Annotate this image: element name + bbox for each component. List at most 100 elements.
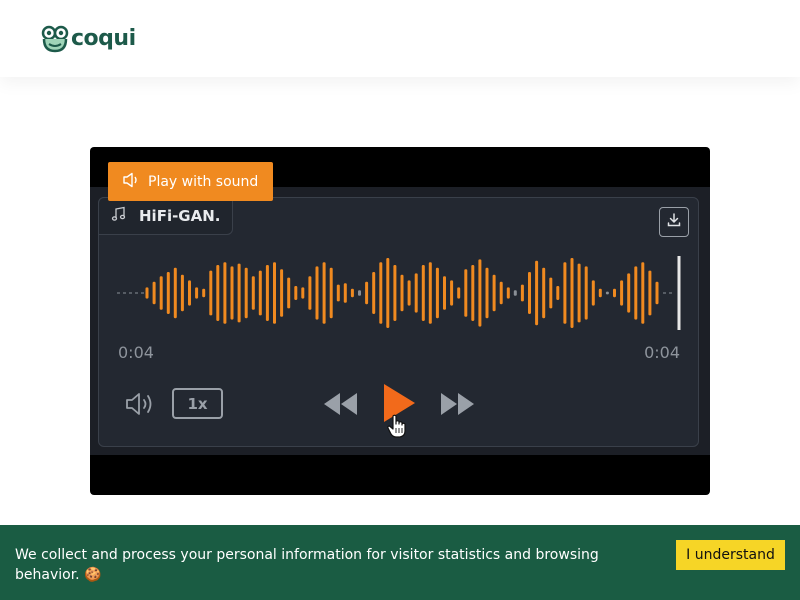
fast-forward-icon xyxy=(439,393,475,420)
play-with-sound-button[interactable]: Play with sound xyxy=(108,162,273,201)
waveform-bar xyxy=(216,265,220,321)
duration: 0:04 xyxy=(644,343,680,362)
waveform-bar xyxy=(450,280,454,306)
waveform-bar xyxy=(152,281,156,305)
waveform-bar xyxy=(435,267,439,319)
waveform-bar xyxy=(627,273,631,313)
waveform[interactable] xyxy=(117,253,683,333)
waveform-bar xyxy=(280,269,284,317)
waveform-bar xyxy=(407,280,411,306)
waveform-bar xyxy=(329,267,333,319)
waveform-bar xyxy=(577,263,581,323)
waveform-bar xyxy=(535,260,539,326)
waveform-bar xyxy=(492,274,496,312)
waveform-bar xyxy=(159,276,163,310)
waveform-bar xyxy=(322,262,326,324)
waveform-bar xyxy=(584,266,588,320)
waveform-bar xyxy=(570,258,574,328)
waveform-bar xyxy=(195,287,199,299)
download-button[interactable] xyxy=(659,207,689,237)
waveform-bar xyxy=(598,288,602,298)
cookie-banner: We collect and process your personal inf… xyxy=(0,525,800,600)
waveform-bar xyxy=(294,286,298,300)
waveform-bar xyxy=(605,291,609,295)
waveform-bar xyxy=(414,273,418,313)
waveform-bar xyxy=(655,281,659,305)
logo[interactable]: coqui xyxy=(41,24,136,54)
waveform-bar xyxy=(549,277,553,309)
waveform-bar xyxy=(379,262,383,324)
waveform-bar xyxy=(485,267,489,319)
fast-forward-button[interactable] xyxy=(439,392,475,420)
waveform-bar xyxy=(528,272,531,314)
model-label-text: HiFi-GAN. xyxy=(139,207,221,225)
waveform-bar xyxy=(365,281,369,305)
waveform-bar xyxy=(464,269,468,317)
waveform-bar xyxy=(641,262,645,324)
waveform-bar xyxy=(393,265,397,321)
music-note-icon xyxy=(111,206,139,226)
volume-button[interactable] xyxy=(125,391,157,421)
waveform-bar xyxy=(180,274,184,312)
waveform-bar xyxy=(202,288,206,298)
play-with-sound-label: Play with sound xyxy=(148,173,259,190)
waveform-bar xyxy=(223,262,227,324)
waveform-bar xyxy=(173,267,177,319)
playback-rate-button[interactable]: 1x xyxy=(172,388,223,419)
model-label: HiFi-GAN. xyxy=(98,197,234,235)
waveform-bar xyxy=(372,272,376,314)
waveform-bar xyxy=(513,290,517,296)
waveform-bar xyxy=(542,267,546,319)
waveform-bar xyxy=(237,263,241,323)
video-content: HiFi-GAN. 0:04 0:04 1x xyxy=(90,187,710,455)
audio-player-card: HiFi-GAN. 0:04 0:04 1x xyxy=(98,197,699,447)
waveform-bar xyxy=(145,287,149,299)
waveform-bar xyxy=(230,266,234,320)
waveform-bar xyxy=(563,262,567,324)
waveform-bar xyxy=(350,288,354,298)
waveform-bar xyxy=(188,280,191,306)
download-icon xyxy=(666,212,682,232)
site-header: coqui xyxy=(0,0,800,77)
waveform-bar xyxy=(273,262,276,324)
rewind-icon xyxy=(323,393,359,420)
waveform-bar xyxy=(265,265,269,321)
waveform-bar xyxy=(315,266,319,320)
waveform-bar xyxy=(613,288,616,298)
waveform-bar xyxy=(343,283,347,303)
waveform-bar xyxy=(520,284,524,302)
logo-text: coqui xyxy=(71,26,136,51)
waveform-bar xyxy=(386,258,390,328)
current-time: 0:04 xyxy=(118,343,154,362)
waveform-bar xyxy=(443,276,446,310)
waveform-bar xyxy=(499,281,503,305)
waveform-bar xyxy=(421,265,425,321)
cookie-accept-button[interactable]: I understand xyxy=(676,540,785,570)
waveform-bar xyxy=(166,272,170,314)
waveform-bar xyxy=(258,270,262,316)
video-player[interactable]: Play with sound HiFi-GAN. 0:04 0:04 1x xyxy=(90,147,710,495)
waveform-bar xyxy=(287,277,291,309)
waveform-bar xyxy=(471,265,475,321)
speaker-icon xyxy=(122,172,148,192)
waveform-bar xyxy=(244,267,248,319)
hand-cursor-icon xyxy=(387,414,407,442)
waveform-bar xyxy=(457,287,461,299)
playhead xyxy=(677,256,681,330)
waveform-bar xyxy=(400,274,404,312)
waveform-bar xyxy=(634,266,638,320)
waveform-bar xyxy=(506,287,510,299)
cookie-message: We collect and process your personal inf… xyxy=(15,547,599,583)
waveform-bar xyxy=(308,276,312,310)
waveform-bar xyxy=(428,262,432,324)
frog-icon xyxy=(41,25,69,53)
waveform-bar xyxy=(648,270,652,316)
rewind-button[interactable] xyxy=(323,392,359,420)
waveform-bar xyxy=(591,280,595,306)
waveform-bar xyxy=(336,284,340,302)
waveform-bar xyxy=(251,276,255,310)
waveform-bar xyxy=(301,287,305,299)
waveform-bar xyxy=(620,280,624,306)
waveform-bar xyxy=(478,259,482,327)
waveform-bar xyxy=(556,286,560,300)
